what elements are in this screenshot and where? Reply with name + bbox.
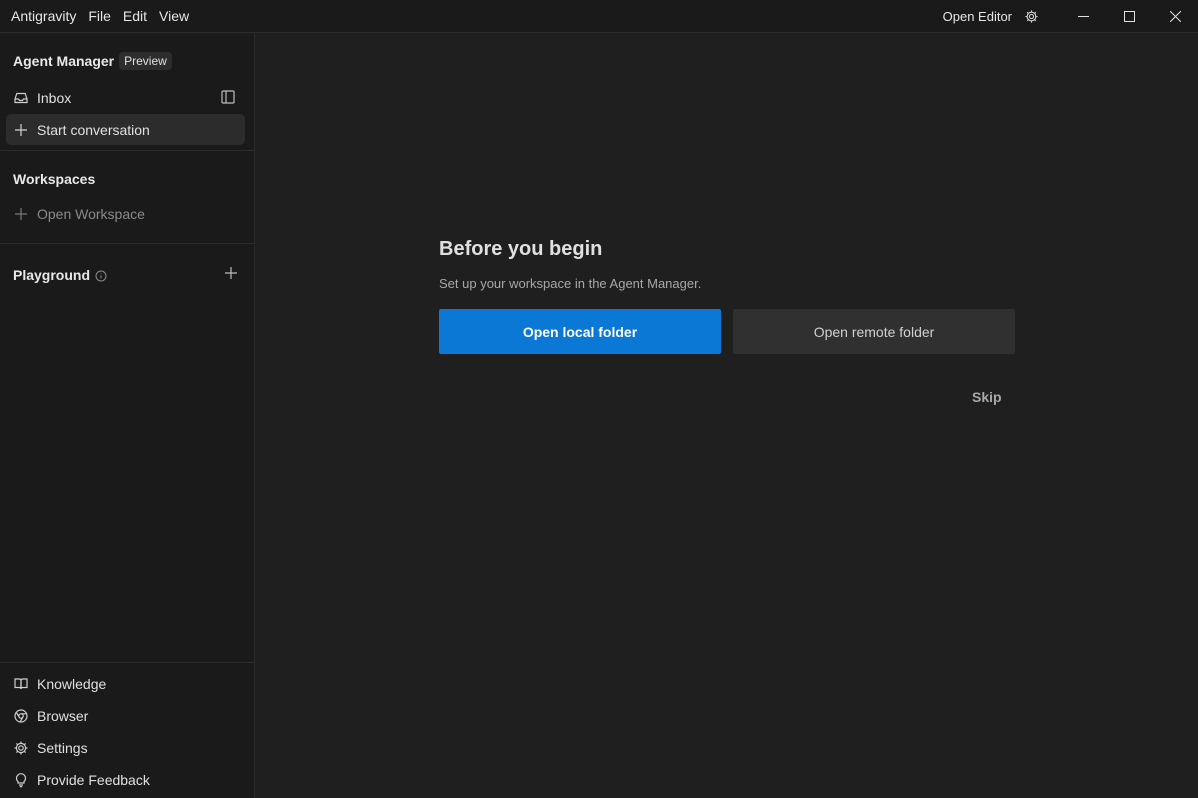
view-menu[interactable]: View [159,0,189,33]
app-menu[interactable]: Antigravity [11,0,76,33]
sidebar-item-label: Knowledge [37,676,107,692]
page-subtitle: Set up your workspace in the Agent Manag… [439,276,702,291]
titlebar-controls: Open Editor [943,0,1198,33]
divider [0,150,254,151]
lightbulb-icon [13,772,29,788]
preview-badge: Preview [119,52,172,70]
maximize-icon[interactable] [1106,0,1152,33]
sidebar-item-feedback[interactable]: Provide Feedback [13,768,150,792]
sidebar: Agent Manager Preview Inbox Start conver… [0,34,255,798]
title-bar: Antigravity File Edit View Open Editor [0,0,1198,33]
sidebar-item-inbox[interactable]: Inbox [6,82,245,113]
skip-button[interactable]: Skip [972,389,1002,405]
add-playground-icon[interactable] [224,266,238,280]
sidebar-item-open-workspace[interactable]: Open Workspace [6,198,245,229]
file-menu[interactable]: File [88,0,111,33]
playground-title: Playground [13,267,107,283]
browser-icon [13,708,29,724]
sidebar-item-start-conversation[interactable]: Start conversation [6,114,245,145]
open-editor-button[interactable]: Open Editor [943,9,1012,24]
workspaces-title-label: Workspaces [13,171,96,187]
edit-menu[interactable]: Edit [123,0,147,33]
sidebar-item-label: Provide Feedback [37,772,150,788]
plus-icon [13,122,29,138]
main-content: Before you begin Set up your workspace i… [255,34,1198,798]
sidebar-item-settings[interactable]: Settings [13,736,88,760]
playground-title-label: Playground [13,267,91,283]
sidebar-toggle-icon[interactable] [220,89,236,105]
open-local-folder-button[interactable]: Open local folder [439,309,721,354]
divider [0,662,254,663]
menu-bar: Antigravity File Edit View [0,0,201,32]
sidebar-item-label: Browser [37,708,89,724]
gear-icon [13,740,29,756]
sidebar-item-knowledge[interactable]: Knowledge [13,672,106,696]
plus-icon [13,206,29,222]
close-icon[interactable] [1152,0,1198,33]
sidebar-item-label: Start conversation [37,121,150,138]
sidebar-item-label: Open Workspace [37,205,145,222]
open-remote-folder-button[interactable]: Open remote folder [733,309,1015,354]
sidebar-title: Agent Manager [13,53,115,69]
divider [0,243,254,244]
inbox-icon [13,90,29,106]
workspaces-title: Workspaces [13,171,95,187]
info-icon[interactable] [95,269,107,282]
sidebar-item-browser[interactable]: Browser [13,704,88,728]
sidebar-item-label: Settings [37,740,88,756]
minimize-icon[interactable] [1060,0,1106,33]
sidebar-header: Agent Manager Preview [13,52,172,70]
gear-icon[interactable] [1022,8,1040,26]
sidebar-item-label: Inbox [37,89,72,106]
book-icon [13,676,29,692]
page-title: Before you begin [439,238,603,260]
